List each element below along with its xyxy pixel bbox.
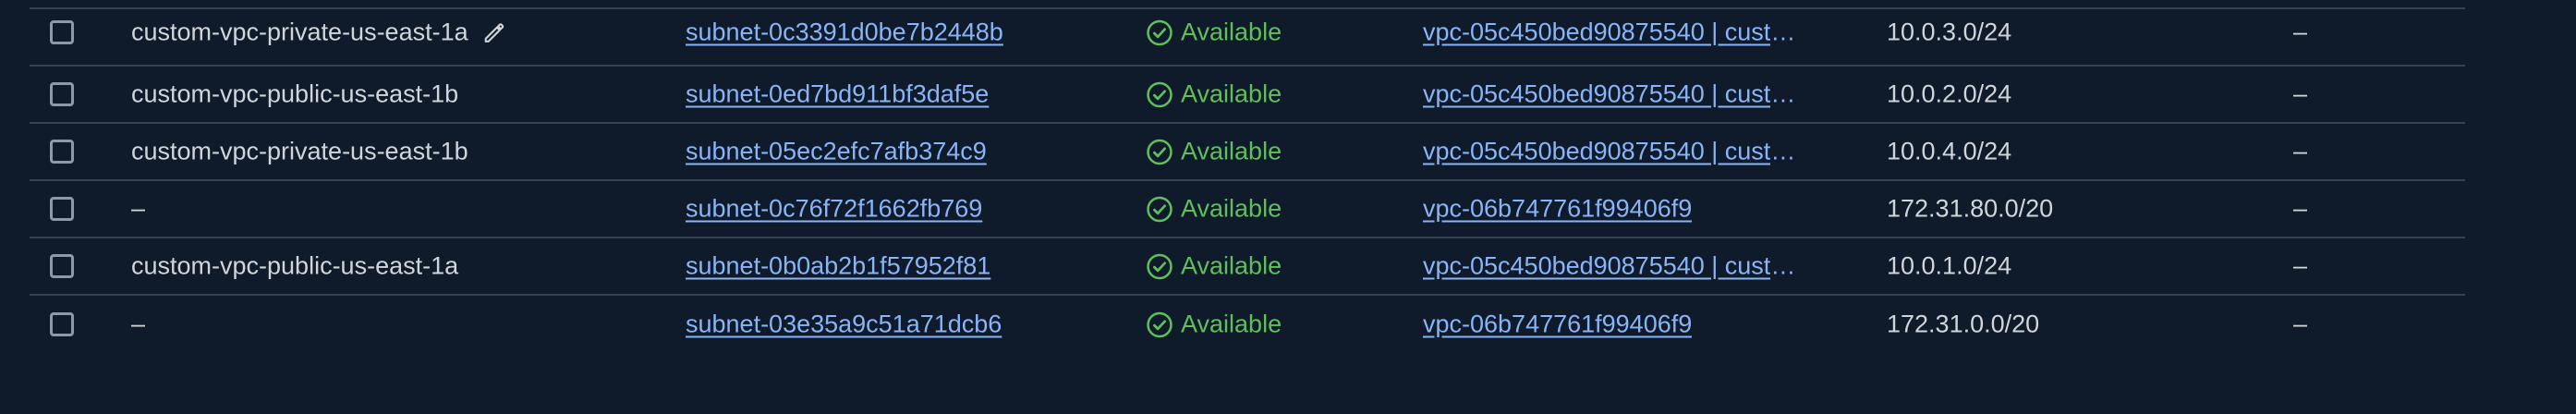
check-circle-icon (1147, 19, 1173, 45)
truncation-ellipsis: … (1770, 18, 1796, 46)
subnet-id-cell: subnet-0ed7bd911bf3daf5e (686, 80, 989, 109)
table-row[interactable]: custom-vpc-private-us-east-1a subnet-0c3… (30, 0, 2465, 67)
ipv4-cidr-cell: 10.0.2.0/24 (1887, 79, 2012, 108)
check-circle-icon (1147, 81, 1173, 107)
subnet-id-link[interactable]: subnet-0ed7bd911bf3daf5e (686, 80, 989, 109)
state-text: Available (1181, 18, 1282, 46)
check-circle-icon (1147, 196, 1173, 222)
ipv4-cidr-cell: 10.0.3.0/24 (1887, 18, 2012, 46)
subnet-id-cell: subnet-0c76f72f1662fb769 (686, 195, 982, 224)
ipv6-cidr-cell: – (2293, 194, 2308, 223)
ipv6-cidr-cell: – (2293, 79, 2308, 108)
check-circle-icon (1147, 311, 1173, 337)
state-cell: Available (1146, 80, 1282, 109)
name-cell: – (131, 310, 145, 339)
check-circle-icon (1147, 253, 1173, 279)
state-cell: Available (1146, 310, 1282, 339)
ipv4-cidr-cell: 10.0.4.0/24 (1887, 137, 2012, 165)
subnet-name: custom-vpc-public-us-east-1a (131, 251, 459, 280)
subnet-name: custom-vpc-public-us-east-1b (131, 79, 459, 108)
name-cell: custom-vpc-public-us-east-1a (131, 252, 458, 281)
subnet-id-link[interactable]: subnet-0c3391d0be7b2448b (686, 18, 1003, 47)
row-select-checkbox[interactable] (50, 254, 74, 278)
vpc-link[interactable]: vpc-06b747761f99406f9 (1423, 310, 1692, 339)
vpc-cell: vpc-05c450bed90875540 | cust… (1423, 138, 1853, 166)
state-text: Available (1181, 310, 1282, 338)
row-select-checkbox[interactable] (50, 82, 74, 106)
state-cell: Available (1146, 195, 1282, 224)
vpc-link[interactable]: vpc-06b747761f99406f9 (1423, 195, 1692, 224)
vpc-link[interactable]: vpc-05c450bed90875540 | cust (1423, 138, 1770, 166)
state-cell: Available (1146, 18, 1282, 47)
subnet-name: custom-vpc-private-us-east-1b (131, 137, 468, 165)
state-cell: Available (1146, 252, 1282, 281)
vpc-cell: vpc-05c450bed90875540 | cust… (1423, 252, 1853, 281)
name-cell: custom-vpc-public-us-east-1b (131, 80, 458, 109)
ipv4-cidr-cell: 172.31.0.0/20 (1887, 310, 2040, 338)
state-text: Available (1181, 251, 1282, 280)
vpc-link[interactable]: vpc-05c450bed90875540 | cust (1423, 18, 1770, 47)
subnet-id-link[interactable]: subnet-05ec2efc7afb374c9 (686, 138, 987, 166)
name-cell: custom-vpc-private-us-east-1b (131, 138, 468, 166)
vpc-cell: vpc-05c450bed90875540 | cust… (1423, 80, 1853, 109)
truncation-ellipsis: … (1770, 251, 1796, 280)
subnet-id-link[interactable]: subnet-0b0ab2b1f57952f81 (686, 252, 990, 281)
vpc-cell: vpc-05c450bed90875540 | cust… (1423, 18, 1853, 47)
ipv6-cidr-cell: – (2293, 251, 2308, 280)
truncation-ellipsis: … (1770, 79, 1796, 108)
table-row[interactable]: – subnet-0c76f72f1662fb769 Available vpc… (30, 181, 2465, 238)
row-select-checkbox[interactable] (50, 197, 74, 221)
ipv4-cidr-cell: 10.0.1.0/24 (1887, 251, 2012, 280)
name-cell: – (131, 195, 145, 224)
state-text: Available (1181, 79, 1282, 108)
check-circle-icon (1147, 139, 1173, 164)
subnets-table: custom-vpc-private-us-east-1a subnet-0c3… (30, 0, 2465, 353)
state-text: Available (1181, 137, 1282, 165)
ipv6-cidr-cell: – (2293, 137, 2308, 165)
subnet-id-link[interactable]: subnet-0c76f72f1662fb769 (686, 195, 982, 224)
subnet-id-cell: subnet-03e35a9c51a71dcb6 (686, 310, 1002, 339)
ipv4-cidr-cell: 172.31.80.0/20 (1887, 194, 2054, 223)
truncation-ellipsis: … (1770, 137, 1796, 165)
subnet-id-cell: subnet-0b0ab2b1f57952f81 (686, 252, 990, 281)
vpc-link[interactable]: vpc-05c450bed90875540 | cust (1423, 80, 1770, 109)
ipv6-cidr-cell: – (2293, 18, 2308, 46)
table-row[interactable]: custom-vpc-public-us-east-1b subnet-0ed7… (30, 67, 2465, 124)
name-cell: custom-vpc-private-us-east-1a (131, 18, 507, 47)
row-select-checkbox[interactable] (50, 20, 74, 44)
row-select-checkbox[interactable] (50, 312, 74, 336)
state-text: Available (1181, 194, 1282, 223)
row-select-checkbox[interactable] (50, 140, 74, 164)
table-row[interactable]: custom-vpc-public-us-east-1a subnet-0b0a… (30, 238, 2465, 296)
subnet-id-cell: subnet-0c3391d0be7b2448b (686, 18, 1003, 47)
edit-pencil-icon[interactable] (481, 19, 507, 45)
subnet-id-link[interactable]: subnet-03e35a9c51a71dcb6 (686, 310, 1002, 339)
vpc-cell: vpc-06b747761f99406f9 (1423, 310, 1853, 339)
table-row[interactable]: custom-vpc-private-us-east-1b subnet-05e… (30, 124, 2465, 181)
subnet-name: custom-vpc-private-us-east-1a (131, 18, 468, 46)
vpc-link[interactable]: vpc-05c450bed90875540 | cust (1423, 252, 1770, 281)
subnet-name: – (131, 194, 146, 223)
subnet-id-cell: subnet-05ec2efc7afb374c9 (686, 138, 987, 166)
ipv6-cidr-cell: – (2293, 310, 2308, 338)
state-cell: Available (1146, 138, 1282, 166)
vpc-cell: vpc-06b747761f99406f9 (1423, 195, 1853, 224)
table-row[interactable]: – subnet-03e35a9c51a71dcb6 Available vpc… (30, 296, 2465, 353)
subnet-name: – (131, 310, 146, 338)
